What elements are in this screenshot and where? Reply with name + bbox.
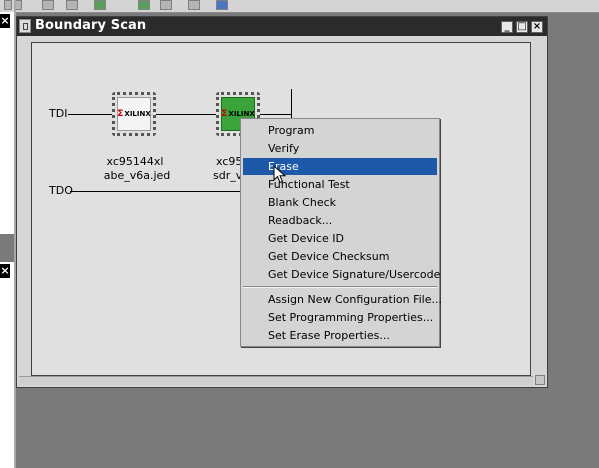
device-chip-1[interactable]: Σ XILINX bbox=[112, 92, 156, 136]
mouse-cursor-icon bbox=[273, 165, 287, 184]
chain-icon[interactable] bbox=[94, 0, 106, 10]
toolbar bbox=[0, 0, 599, 13]
program-icon[interactable] bbox=[138, 0, 150, 10]
window-title: Boundary Scan bbox=[35, 18, 147, 33]
menu-item-verify[interactable]: Verify bbox=[243, 140, 437, 157]
tdo-wire bbox=[70, 191, 242, 192]
menu-item-blank-check[interactable]: Blank Check bbox=[243, 194, 437, 211]
toolbar-icon[interactable] bbox=[4, 0, 12, 10]
window-app-icon bbox=[19, 19, 31, 33]
maximize-button[interactable]: □ bbox=[516, 21, 528, 33]
list-icon[interactable] bbox=[66, 0, 78, 10]
tool-icon[interactable] bbox=[188, 0, 200, 10]
horizontal-scrollbar[interactable] bbox=[19, 376, 533, 385]
device-file-label: abe_v6a.jed bbox=[103, 169, 171, 182]
chain-wire bbox=[260, 114, 292, 115]
help-icon[interactable] bbox=[216, 0, 228, 10]
stop-icon[interactable] bbox=[160, 0, 172, 10]
device-part-label: xc95144xl bbox=[106, 155, 164, 168]
window-titlebar[interactable]: Boundary Scan _ □ × bbox=[17, 17, 547, 36]
context-menu: Program Verify Erase Functional Test Bla… bbox=[240, 118, 442, 347]
menu-item-readback[interactable]: Readback... bbox=[243, 212, 437, 229]
menu-separator bbox=[243, 286, 437, 288]
chip-icon[interactable] bbox=[42, 0, 54, 10]
close-icon[interactable]: × bbox=[0, 14, 10, 28]
menu-item-set-programming-properties[interactable]: Set Programming Properties... bbox=[243, 309, 437, 326]
close-button[interactable]: × bbox=[531, 21, 543, 33]
tdi-wire bbox=[68, 114, 112, 115]
tdi-label: TDI bbox=[49, 107, 68, 120]
device-part-label: xc95 bbox=[216, 155, 243, 168]
chain-wire bbox=[291, 89, 292, 119]
menu-item-get-device-checksum[interactable]: Get Device Checksum bbox=[243, 248, 437, 265]
left-panel-upper bbox=[0, 12, 15, 234]
left-panel-lower bbox=[0, 262, 15, 468]
menu-item-get-device-signature[interactable]: Get Device Signature/Usercode bbox=[243, 266, 440, 283]
menu-item-set-erase-properties[interactable]: Set Erase Properties... bbox=[243, 327, 437, 344]
scroll-corner bbox=[535, 375, 545, 385]
minimize-button[interactable]: _ bbox=[501, 21, 513, 33]
device-file-label: sdr_v bbox=[213, 169, 243, 182]
chain-wire bbox=[156, 114, 216, 115]
menu-item-get-device-id[interactable]: Get Device ID bbox=[243, 230, 437, 247]
xilinx-logo: Σ XILINX bbox=[117, 97, 151, 131]
menu-item-program[interactable]: Program bbox=[243, 122, 437, 139]
menu-item-assign-config-file[interactable]: Assign New Configuration File... bbox=[243, 291, 442, 308]
close-icon[interactable]: × bbox=[0, 264, 10, 278]
